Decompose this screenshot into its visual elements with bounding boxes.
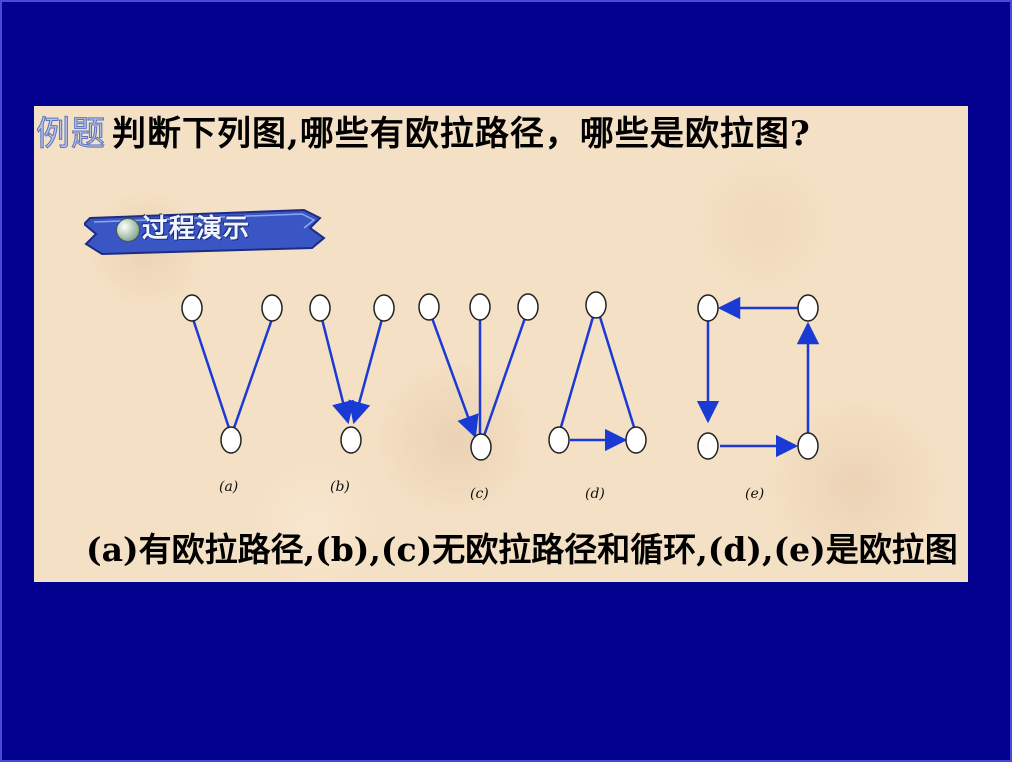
graph-d: (d) xyxy=(548,291,647,502)
graph-b-vertex-1 xyxy=(309,294,331,322)
graph-e-vertex-2 xyxy=(797,294,819,322)
content-panel: 例题 判断下列图,哪些有欧拉路径，哪些是欧拉图? 过程演示 (a) (b) (c… xyxy=(34,106,968,582)
graph-e-label: (e) xyxy=(745,486,764,502)
graph-b-vertex-3 xyxy=(340,426,362,454)
graph-c-vertex-4 xyxy=(470,433,492,461)
graph-b-edge-1 xyxy=(320,318,354,425)
graph-e-vertex-1 xyxy=(697,294,719,322)
graph-a: (a) xyxy=(181,294,283,495)
graph-d-vertex-3 xyxy=(625,426,647,454)
graph-e-vertex-3 xyxy=(697,432,719,460)
graph-d-edge-2 xyxy=(598,316,636,428)
graph-c-vertex-2 xyxy=(469,293,491,321)
graph-d-vertex-1 xyxy=(585,291,607,319)
graph-b-vertex-2 xyxy=(373,294,395,322)
graph-a-edge-2 xyxy=(232,318,274,429)
graph-c-edge-3 xyxy=(482,317,527,437)
graph-a-vertex-1 xyxy=(181,294,203,322)
graph-c-vertex-3 xyxy=(517,293,539,321)
graph-e-vertex-4 xyxy=(797,432,819,460)
graph-e: (e) xyxy=(696,294,820,502)
graph-c-edge-1 xyxy=(430,317,479,439)
graph-d-label: (d) xyxy=(585,486,605,502)
graph-b: (b) xyxy=(309,294,395,495)
euler-graphs-diagram: (a) (b) (c) (d) (e) xyxy=(181,291,820,502)
graph-a-label: (a) xyxy=(219,479,238,495)
graph-c-vertex-1 xyxy=(418,293,440,321)
graph-c: (c) xyxy=(418,293,539,502)
graph-d-edge-1 xyxy=(559,316,595,428)
graph-a-vertex-2 xyxy=(261,294,283,322)
answer-text: (a)有欧拉路径,(b),(c)无欧拉路径和循环,(d),(e)是欧拉图 xyxy=(86,530,958,569)
graph-b-edge-2 xyxy=(348,318,384,425)
graph-a-edge-1 xyxy=(191,318,231,429)
graph-d-vertex-2 xyxy=(548,426,570,454)
graph-c-label: (c) xyxy=(470,486,489,502)
graph-a-vertex-3 xyxy=(220,426,242,454)
graph-b-label: (b) xyxy=(330,479,350,495)
